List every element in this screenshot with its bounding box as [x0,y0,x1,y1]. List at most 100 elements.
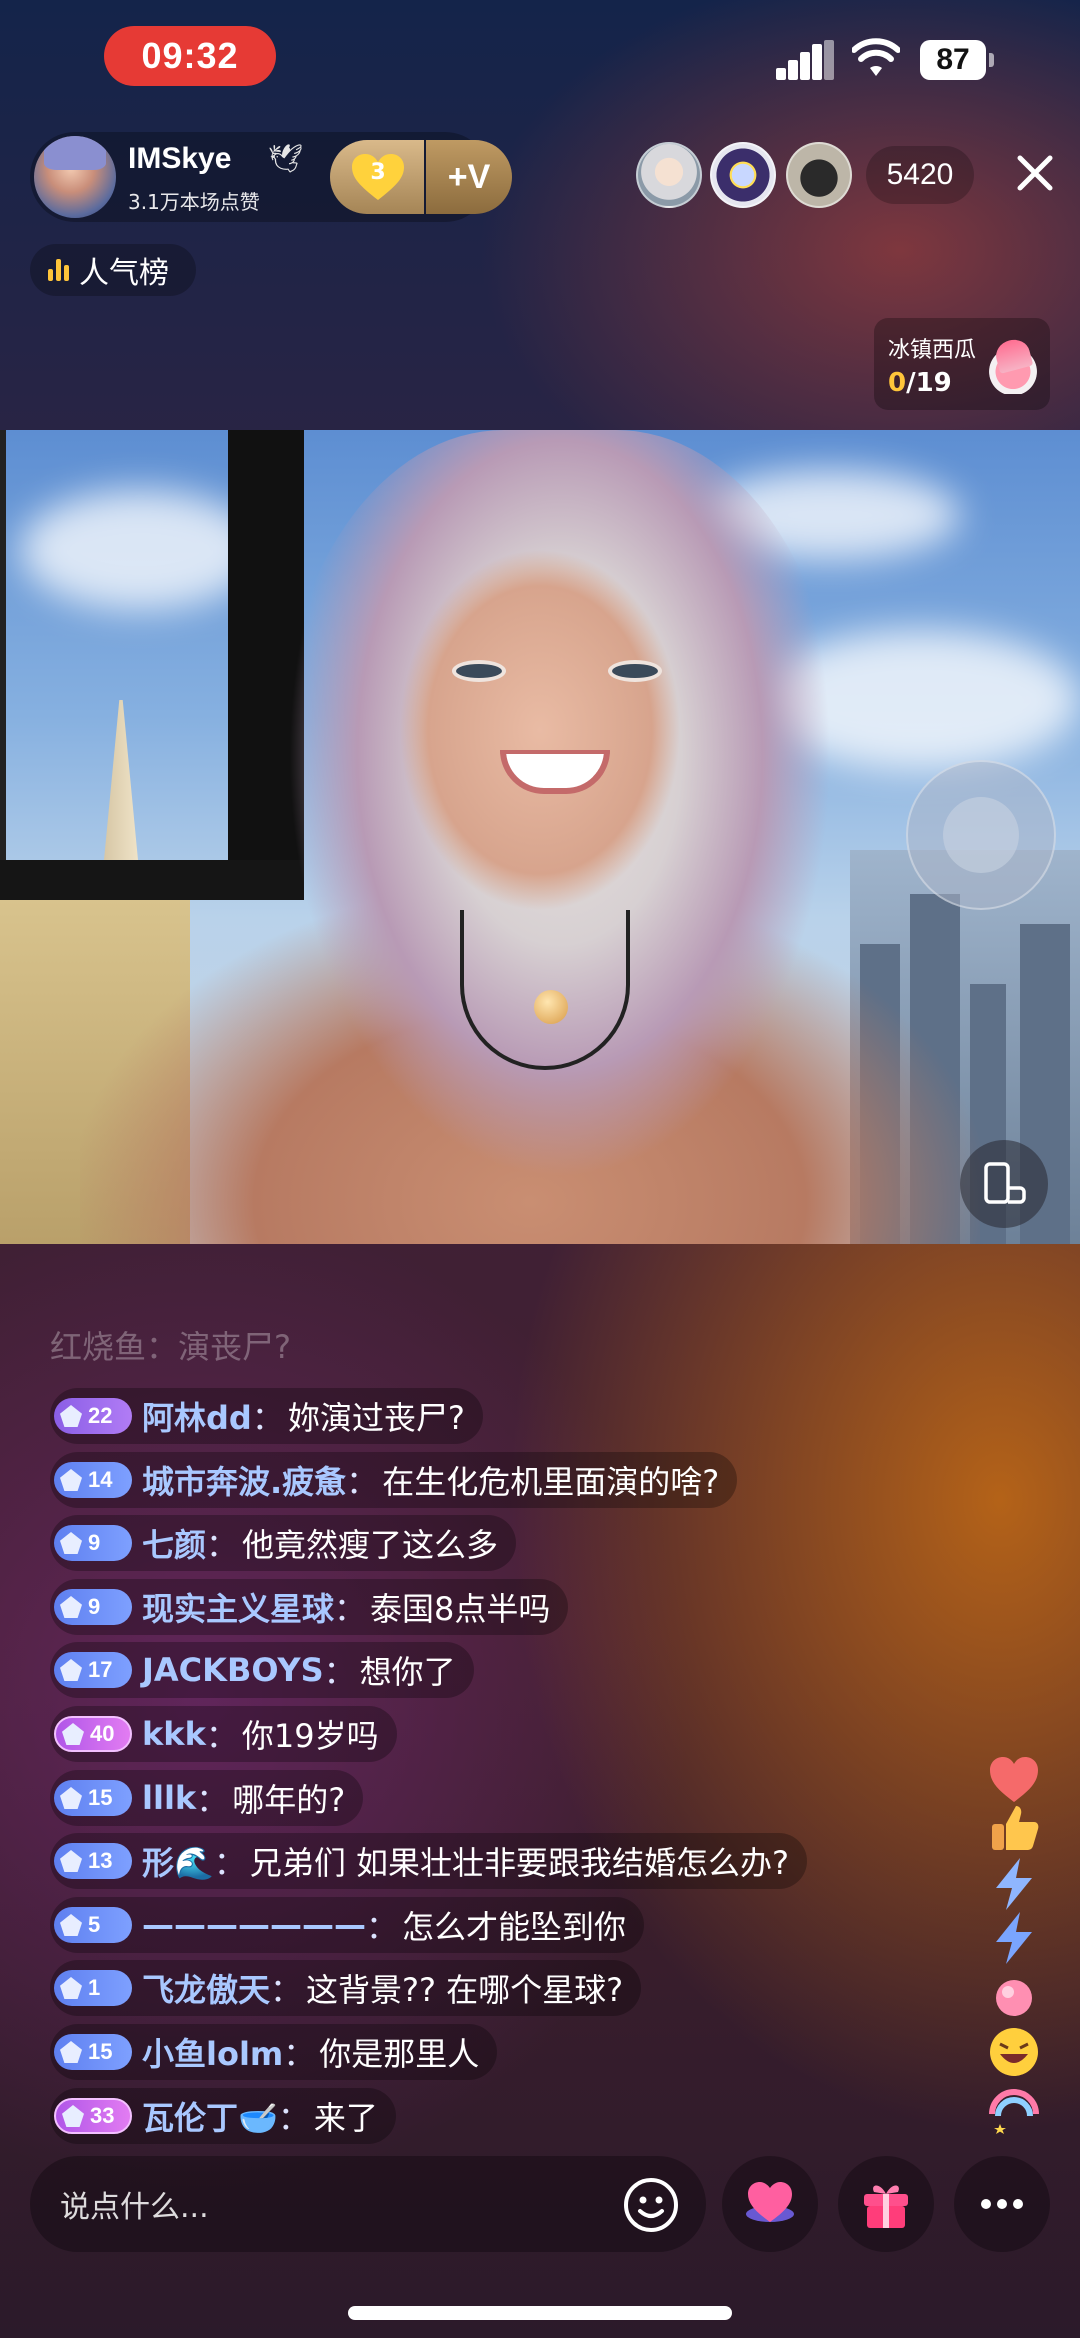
chat-text: 在生化危机里面演的啥? [382,1463,720,1501]
chat-message[interactable]: 14 城市奔波.疲惫：在生化危机里面演的啥? [50,1452,738,1508]
chat-separator: ： [196,1781,229,1819]
user-level: 1 [88,1975,101,2000]
fan-level: 3 [370,160,386,185]
fan-club-badge[interactable]: 3 [330,140,424,214]
chat-message[interactable]: 40 kkk：你19岁吗 [50,1706,397,1762]
chat-text: 这背景?? 在哪个星球? [306,1971,624,2009]
live-video[interactable] [0,430,1080,1244]
chat-username[interactable]: 城市奔波.疲惫 [142,1457,346,1503]
viewer-count[interactable]: 5420 [866,146,974,204]
chat-username[interactable]: 飞龙傲天 [142,1965,270,2011]
user-level: 17 [88,1657,113,1682]
chat-username[interactable]: 小鱼lolm [142,2029,283,2075]
viewer-avatar[interactable] [786,142,852,208]
user-level-badge: 5 [54,1907,132,1943]
chat-username[interactable]: 阿林dd [142,1393,252,1439]
user-level-badge: 9 [54,1525,132,1561]
chat-username[interactable]: kkk [142,1715,206,1753]
wifi-icon [851,38,901,78]
joystick-icon[interactable] [906,760,1056,910]
chat-text: 想你了 [359,1653,456,1691]
lightning-reaction-icon [986,1856,1042,1912]
viewer-avatar[interactable] [710,142,776,208]
chat-text: 泰国8点半吗 [370,1590,551,1628]
battery-indicator: 87 [920,40,994,80]
user-level: 9 [88,1594,101,1619]
diamond-icon [60,1850,82,1872]
host-name[interactable]: IMSkye [128,142,231,176]
chat-text: 兄弟们 如果壮壮非要跟我结婚怎么办? [249,1844,790,1882]
gift-task-card[interactable]: 冰镇西瓜 0/19 [874,318,1050,410]
host-card[interactable]: IMSkye 🕊 3.1万本场点赞 3 +V [30,132,512,222]
diamond-icon [60,1469,82,1491]
chat-text: 怎么才能坠到你 [402,1908,627,1946]
host-avatar[interactable] [34,136,116,218]
chat-separator: ： [277,2099,310,2137]
diamond-icon [60,1977,82,1999]
task-total: /19 [906,368,952,398]
chat-username[interactable]: 现实主义星球 [142,1584,334,1630]
chat-username[interactable]: 七颜 [142,1520,206,1566]
laughing-face-icon [986,2024,1042,2080]
chat-username[interactable]: JACKBOYS [142,1651,324,1689]
diamond-icon [60,1532,82,1554]
chat-separator: ： [270,1971,303,2009]
chat-message[interactable]: 17 JACKBOYS：想你了 [50,1642,474,1698]
chat-text: 哪年的? [232,1781,346,1819]
like-button[interactable] [722,2156,818,2252]
user-level: 14 [88,1467,113,1492]
user-level: 22 [88,1403,113,1428]
rainbow-star-icon [986,2084,1042,2140]
chat-separator: ： [213,1844,246,1882]
bird-icon: 🕊 [268,142,304,175]
chat-message[interactable]: 15 lllk：哪年的? [50,1770,364,1826]
ranking-label: 人气榜 [79,256,169,291]
user-level-badge: 13 [54,1843,132,1879]
more-button[interactable] [954,2156,1050,2252]
diamond-icon [60,1405,82,1427]
chat-username[interactable]: 瓦伦丁🥣 [142,2093,278,2139]
chat-username[interactable]: ——————— [142,1906,366,1944]
chat-message[interactable]: 1 飞龙傲天：这背景?? 在哪个星球? [50,1960,642,2016]
viewer-avatar[interactable] [636,142,702,208]
user-level-badge: 14 [54,1462,132,1498]
chat-username[interactable]: 形🌊 [142,1838,214,1884]
emoji-icon[interactable] [622,2176,680,2234]
ranking-bars-icon [48,259,69,281]
chat-separator: ： [251,1399,284,1437]
diamond-icon [62,1723,84,1745]
status-time: 09:32 [104,26,276,86]
comment-input[interactable]: 说点什么... [30,2156,706,2252]
thumbs-up-reaction-icon [986,1800,1042,1856]
host-likes: 3.1万本场点赞 [128,190,260,214]
chat-message[interactable]: 13 形🌊：兄弟们 如果壮壮非要跟我结婚怎么办? [50,1833,808,1889]
follow-button[interactable]: +V [426,140,512,214]
rotate-screen-button[interactable] [960,1140,1048,1228]
user-level-badge: 1 [54,1970,132,2006]
close-icon[interactable] [1012,150,1058,196]
chat-message[interactable]: 22 阿林dd：妳演过丧尸? [50,1388,483,1444]
chat-text: 你19岁吗 [241,1717,379,1755]
chat-message[interactable]: 15 小鱼lolm：你是那里人 [50,2024,498,2080]
gift-button[interactable] [838,2156,934,2252]
chat-message[interactable]: 5 ———————：怎么才能坠到你 [50,1897,645,1953]
popularity-ranking-button[interactable]: 人气榜 [30,244,196,296]
diamond-icon [60,2041,82,2063]
user-level-badge: 33 [54,2098,132,2134]
chat-message[interactable]: 9 七颜：他竟然瘦了这么多 [50,1515,517,1571]
chat-message-faded: 红烧鱼：演丧尸? [50,1328,292,1366]
rotate-screen-icon [984,1162,1026,1204]
chat-separator: ： [346,1463,379,1501]
chat-username[interactable]: lllk [142,1779,196,1817]
user-level: 15 [88,1785,113,1810]
chat-separator: ： [366,1908,399,1946]
watermelon-icon [986,338,1040,394]
diamond-icon [60,1596,82,1618]
user-level-badge: 22 [54,1398,132,1434]
task-title: 冰镇西瓜 [888,338,977,363]
chat-message[interactable]: 33 瓦伦丁🥣：来了 [50,2088,396,2144]
user-level-badge: 15 [54,2034,132,2070]
cellular-signal-icon [776,40,834,80]
home-indicator [348,2306,732,2320]
chat-message[interactable]: 9 现实主义星球：泰国8点半吗 [50,1579,569,1635]
